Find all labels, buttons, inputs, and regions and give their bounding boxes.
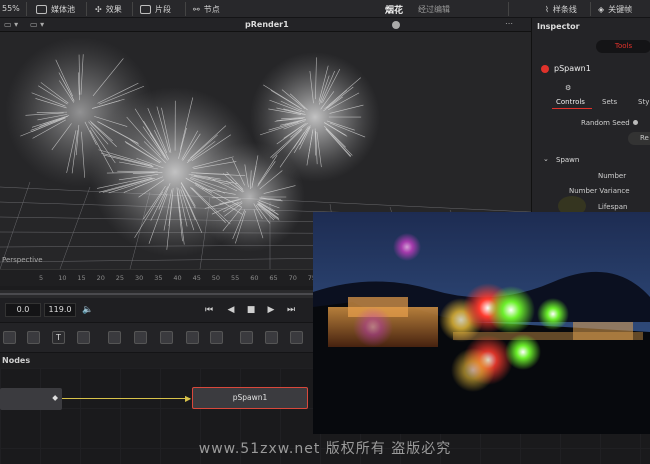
media-pool-icon [36, 4, 47, 14]
spline-button[interactable]: ⌇ 样条线 [545, 3, 577, 15]
clips-label: 片段 [155, 4, 171, 14]
node-enable-toggle-icon[interactable] [541, 65, 549, 73]
zoom-level[interactable]: 55% [2, 4, 20, 13]
node-link [62, 398, 190, 399]
color-tool-icon[interactable] [210, 331, 223, 344]
light-tool-icon[interactable] [186, 331, 199, 344]
top-toolbar: 55% 媒体池 ✣ 效果 片段 ⚯ 节点 烟花 经过编辑 ⌇ 样条线 ◈ 关键帧 [0, 0, 650, 18]
viewer-header: ▭ ▾ ▭ ▾ pRender1 ⋯ [0, 18, 531, 32]
tab-style[interactable]: Style [638, 98, 650, 106]
ruler-tick: 70 [288, 274, 297, 282]
play-icon[interactable]: ▶ [265, 304, 277, 316]
nodes-panel-title: Nodes [2, 356, 31, 365]
reseed-button[interactable]: Re [628, 132, 650, 145]
spawn-section-title: Spawn [556, 156, 580, 164]
media-pool-label: 媒体池 [51, 4, 75, 14]
lifespan-label: Lifespan [598, 203, 628, 211]
spline-label: 样条线 [552, 4, 577, 14]
merge-tool-icon[interactable] [240, 331, 253, 344]
viewer-title: pRender1 [245, 20, 289, 29]
upstream-node[interactable]: ◆ [0, 388, 62, 410]
section-chevron-icon[interactable]: ⌄ [543, 155, 549, 163]
node-diamond-icon: ◆ [52, 393, 58, 402]
watermark: www.51zxw.net 版权所有 盗版必究 [198, 441, 452, 457]
paint-tool-icon[interactable] [77, 331, 90, 344]
ruler-tick: 35 [154, 274, 163, 282]
start-time-field[interactable]: 0.0 [5, 303, 41, 317]
link-arrow-icon: ▶ [185, 394, 192, 403]
page-title: 烟花 [385, 6, 404, 16]
view-label: Perspective [2, 256, 43, 264]
viewer-color-dot-icon[interactable] [392, 21, 400, 29]
pspawn-node[interactable]: pSpawn1 [192, 387, 308, 409]
render-tool-icon[interactable] [290, 331, 303, 344]
play-reverse-icon[interactable]: ◀ [225, 304, 237, 316]
number-variance-label: Number Variance [569, 187, 630, 195]
viewer-options-icon[interactable]: ▭ ▾ [4, 20, 18, 29]
ruler-tick: 60 [250, 274, 259, 282]
spline-icon: ⌇ [545, 4, 549, 14]
end-time-field[interactable]: 119.0 [44, 303, 76, 317]
stop-icon[interactable]: ■ [245, 304, 257, 316]
tab-controls[interactable]: Controls [556, 98, 585, 106]
seed-dot-icon[interactable] [633, 120, 638, 125]
ruler-tick: 15 [77, 274, 86, 282]
ruler-tick: 55 [231, 274, 240, 282]
keyframes-icon: ◈ [598, 4, 605, 14]
number-label: Number [598, 172, 627, 180]
ruler-tick: 20 [96, 274, 105, 282]
inspector-node-name: pSpawn1 [554, 64, 591, 73]
nodes-icon: ⚯ [193, 4, 200, 14]
viewer-zoom-icon[interactable]: ▭ ▾ [30, 20, 44, 29]
effects-icon: ✣ [95, 4, 102, 14]
transform-tool-icon[interactable] [265, 331, 278, 344]
keyframes-label: 关键帧 [608, 4, 633, 14]
effects-button[interactable]: ✣ 效果 [95, 3, 122, 15]
inspector-title: Inspector [537, 22, 580, 31]
polygon-tool-icon[interactable] [160, 331, 173, 344]
fireworks-preview-image [313, 212, 650, 434]
go-to-start-icon[interactable]: ⏮ [203, 304, 215, 316]
inspector-panel: Inspector Tools pSpawn1 ⚙ Controls Sets … [531, 18, 650, 216]
tab-sets[interactable]: Sets [602, 98, 617, 106]
viewer-menu-icon[interactable]: ⋯ [505, 19, 513, 28]
ruler-tick: 65 [269, 274, 278, 282]
tools-tab[interactable]: Tools [596, 40, 650, 53]
ruler-tick: 5 [39, 274, 44, 282]
particle-tool-icon[interactable] [108, 331, 121, 344]
random-seed-label: Random Seed [581, 119, 630, 127]
ruler-tick: 40 [173, 274, 182, 282]
volume-icon[interactable]: 🔈 [82, 304, 94, 316]
clips-icon [140, 4, 151, 14]
clips-button[interactable]: 片段 [140, 3, 171, 15]
effects-label: 效果 [105, 4, 122, 14]
nodes-button[interactable]: ⚯ 节点 [193, 3, 220, 15]
ruler-tick: 30 [135, 274, 144, 282]
nodes-label-top: 节点 [203, 4, 220, 14]
ruler-tick: 10 [58, 274, 67, 282]
go-to-end-icon[interactable]: ⏭ [285, 304, 297, 316]
fireworks-photo [313, 212, 650, 434]
keyframes-button[interactable]: ◈ 关键帧 [598, 3, 632, 15]
image-tool-icon[interactable] [27, 331, 40, 344]
ruler-tick: 45 [192, 274, 201, 282]
page-subtitle: 经过编辑 [418, 5, 450, 14]
ruler-tick: 25 [115, 274, 125, 282]
background-tool-icon[interactable] [3, 331, 16, 344]
text-tool-icon[interactable]: T [52, 331, 65, 344]
ruler-tick: 50 [211, 274, 221, 282]
media-pool-button[interactable]: 媒体池 [36, 3, 75, 15]
controls-icon: ⚙ [565, 84, 572, 92]
mask-tool-icon[interactable] [134, 331, 147, 344]
